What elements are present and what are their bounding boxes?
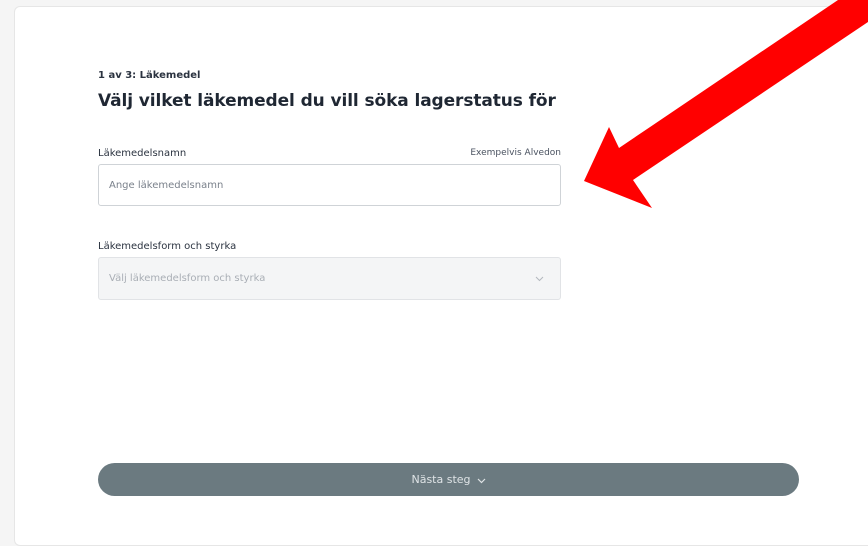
next-step-label: Nästa steg [411, 473, 471, 486]
medicine-form-select[interactable]: Välj läkemedelsform och styrka [98, 257, 561, 300]
next-step-button[interactable]: Nästa steg [98, 463, 799, 496]
medicine-name-hint: Exempelvis Alvedon [470, 148, 561, 158]
medicine-name-input[interactable] [98, 164, 561, 206]
medicine-name-label: Läkemedelsnamn [98, 148, 187, 159]
chevron-down-icon [534, 274, 544, 284]
page-title: Välj vilket läkemedel du vill söka lager… [98, 91, 556, 111]
chevron-down-icon [477, 472, 486, 487]
medicine-form-placeholder: Välj läkemedelsform och styrka [109, 273, 266, 284]
step-indicator: 1 av 3: Läkemedel [98, 70, 201, 81]
medicine-form-label: Läkemedelsform och styrka [98, 241, 237, 252]
